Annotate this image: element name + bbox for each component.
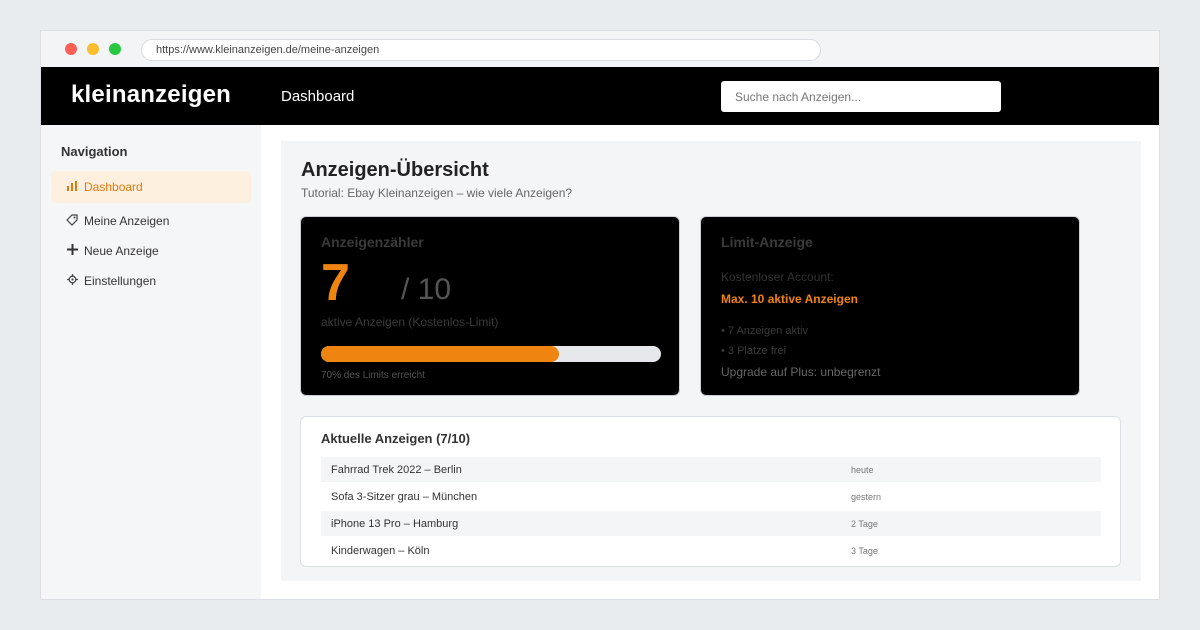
limit-progress-fill bbox=[321, 346, 559, 362]
bar-chart-icon bbox=[65, 180, 79, 194]
page-subtitle: Tutorial: Ebay Kleinanzeigen – wie viele… bbox=[301, 186, 573, 200]
limit-card: Limit-Anzeige Kostenloser Account: Max. … bbox=[700, 216, 1080, 396]
browser-chrome: https://www.kleinanzeigen.de/meine-anzei… bbox=[41, 31, 1159, 67]
limit-heading: Limit-Anzeige bbox=[721, 234, 813, 250]
sidebar-title: Navigation bbox=[61, 144, 128, 159]
close-window-button[interactable] bbox=[65, 43, 77, 55]
listing-name[interactable]: iPhone 13 Pro – Hamburg bbox=[331, 518, 458, 530]
gear-icon bbox=[65, 274, 79, 288]
active-count: 7 bbox=[321, 254, 350, 312]
brand-logo[interactable]: kleinanzeigen bbox=[71, 81, 231, 109]
listing-date: gestern bbox=[851, 492, 882, 502]
listing-date: 3 Tage bbox=[851, 546, 878, 556]
address-bar[interactable]: https://www.kleinanzeigen.de/meine-anzei… bbox=[141, 39, 821, 61]
page-title: Anzeigen-Übersicht bbox=[301, 159, 489, 181]
listing-name[interactable]: Sofa 3-Sitzer grau – München bbox=[331, 491, 477, 503]
table-row[interactable]: Kinderwagen – Köln 3 Tage bbox=[321, 538, 1101, 563]
free-slots-line: • 3 Plätze frei bbox=[721, 345, 786, 357]
minimize-window-button[interactable] bbox=[87, 43, 99, 55]
sidebar-item-meine-anzeigen[interactable]: Meine Anzeigen bbox=[51, 205, 251, 237]
account-type: Kostenloser Account: bbox=[721, 270, 834, 284]
table-row[interactable]: Sofa 3-Sitzer grau – München gestern bbox=[321, 484, 1101, 509]
counter-card: Anzeigenzähler 7 / 10 aktive Anzeigen (K… bbox=[300, 216, 680, 396]
maximize-window-button[interactable] bbox=[109, 43, 121, 55]
listings-card: Aktuelle Anzeigen (7/10) Fahrrad Trek 20… bbox=[300, 416, 1121, 567]
sidebar-item-einstellungen[interactable]: Einstellungen bbox=[51, 265, 251, 297]
main-content: Anzeigen-Übersicht Tutorial: Ebay Kleina… bbox=[281, 141, 1141, 581]
max-active-label: Max. 10 aktive Anzeigen bbox=[721, 292, 858, 306]
counter-caption: aktive Anzeigen (Kostenlos-Limit) bbox=[321, 315, 499, 329]
listing-date: heute bbox=[851, 465, 874, 475]
sidebar-item-label: Dashboard bbox=[84, 180, 143, 194]
sidebar-item-label: Neue Anzeige bbox=[84, 244, 159, 258]
sidebar-item-label: Meine Anzeigen bbox=[84, 214, 170, 228]
listings-title: Aktuelle Anzeigen (7/10) bbox=[321, 431, 471, 446]
sidebar: Navigation Dashboard Meine Anzeigen Neue… bbox=[41, 125, 261, 599]
browser-window: https://www.kleinanzeigen.de/meine-anzei… bbox=[40, 30, 1160, 600]
table-row[interactable]: iPhone 13 Pro – Hamburg 2 Tage bbox=[321, 511, 1101, 536]
listing-name[interactable]: Fahrrad Trek 2022 – Berlin bbox=[331, 464, 462, 476]
top-navbar: kleinanzeigen Dashboard bbox=[41, 67, 1159, 125]
table-row[interactable]: Fahrrad Trek 2022 – Berlin heute bbox=[321, 457, 1101, 482]
listing-date: 2 Tage bbox=[851, 519, 878, 529]
active-ads-line: • 7 Anzeigen aktiv bbox=[721, 325, 809, 337]
nav-link-dashboard[interactable]: Dashboard bbox=[281, 88, 354, 105]
tag-icon bbox=[65, 213, 79, 229]
sidebar-item-label: Einstellungen bbox=[84, 274, 157, 288]
listing-name[interactable]: Kinderwagen – Köln bbox=[331, 545, 429, 557]
sidebar-item-neue-anzeige[interactable]: Neue Anzeige bbox=[51, 235, 251, 267]
counter-heading: Anzeigenzähler bbox=[321, 234, 424, 250]
progress-label: 70% des Limits erreicht bbox=[321, 370, 425, 381]
plus-icon bbox=[65, 244, 79, 258]
search-input[interactable] bbox=[721, 81, 1001, 112]
upgrade-line[interactable]: Upgrade auf Plus: unbegrenzt bbox=[721, 365, 880, 379]
limit-total: / 10 bbox=[401, 273, 452, 306]
sidebar-item-dashboard[interactable]: Dashboard bbox=[51, 171, 251, 203]
limit-progress-bar bbox=[321, 346, 661, 362]
